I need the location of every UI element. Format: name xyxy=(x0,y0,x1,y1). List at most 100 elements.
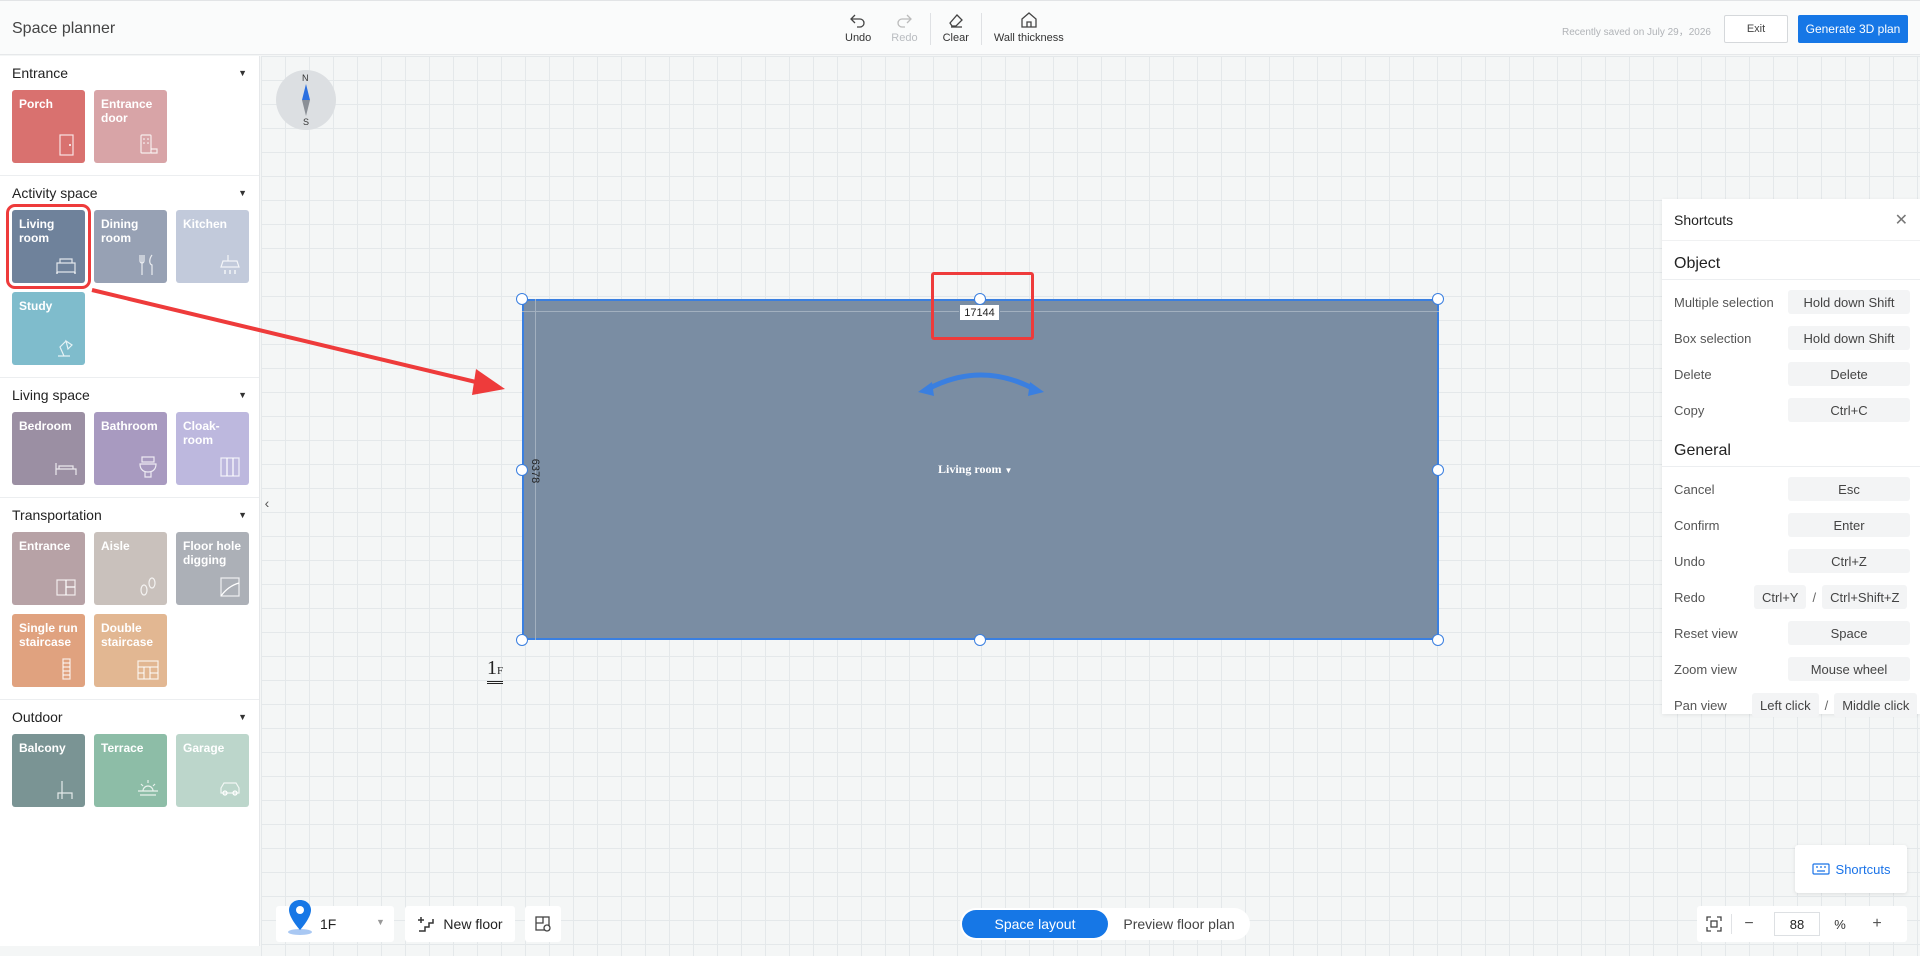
shortcut-group-title: Object xyxy=(1662,241,1920,280)
tile-floor-hole-digging[interactable]: Floor hole digging xyxy=(176,532,249,605)
tile-entrance[interactable]: Entrance xyxy=(12,532,85,605)
desk-lamp-icon xyxy=(58,339,73,357)
footprints-icon xyxy=(140,577,156,596)
space-layout-tab[interactable]: Space layout xyxy=(962,910,1108,938)
section-entrance: Entrance ▼ Porch Entrance door xyxy=(0,56,259,176)
resize-handle-bottom-right[interactable] xyxy=(1432,634,1444,646)
shortcut-key: Mouse wheel xyxy=(1788,657,1910,681)
tile-garage[interactable]: Garage xyxy=(176,734,249,807)
shortcut-key: Hold down Shift xyxy=(1788,290,1910,314)
shortcuts-header: Shortcuts ✕ xyxy=(1662,199,1920,241)
compass: N S xyxy=(276,70,336,130)
redo-button[interactable]: Redo xyxy=(881,9,927,49)
generate-3d-plan-button[interactable]: Generate 3D plan xyxy=(1798,15,1908,43)
tile-dining-room[interactable]: Dining room xyxy=(94,210,167,283)
zoom-in-button[interactable]: + xyxy=(1860,906,1894,942)
zoom-level-input[interactable]: 88 xyxy=(1774,912,1820,936)
car-icon xyxy=(220,782,240,796)
tile-living-room[interactable]: Living room xyxy=(6,204,91,289)
eraser-icon xyxy=(948,14,963,28)
tile-bedroom[interactable]: Bedroom xyxy=(12,412,85,485)
entrance-icon xyxy=(56,579,76,596)
fit-screen-icon xyxy=(1706,916,1722,932)
undo-button[interactable]: Undo xyxy=(835,9,881,49)
resize-handle-left[interactable] xyxy=(516,464,528,476)
resize-handle-top-left[interactable] xyxy=(516,293,528,305)
section-title: Outdoor xyxy=(12,709,63,725)
resize-handle-right[interactable] xyxy=(1432,464,1444,476)
section-header-living-space[interactable]: Living space ▼ xyxy=(0,386,259,404)
clear-button[interactable]: Clear xyxy=(933,9,979,49)
tile-balcony[interactable]: Balcony xyxy=(12,734,85,807)
top-bar: Space planner Undo Redo Clear Wall thick… xyxy=(0,0,1920,55)
tile-kitchen[interactable]: Kitchen xyxy=(176,210,249,283)
floor-suffix: F xyxy=(497,665,504,677)
shortcut-row: Zoom view Mouse wheel xyxy=(1662,651,1920,687)
new-floor-button[interactable]: New floor xyxy=(405,906,515,942)
shortcut-group-title: General xyxy=(1662,428,1920,467)
shortcut-label: Confirm xyxy=(1674,517,1720,533)
shortcuts-toggle-label: Shortcuts xyxy=(1835,861,1891,877)
section-title: Living space xyxy=(12,387,90,403)
fit-view-button[interactable] xyxy=(1697,906,1731,942)
double-stairs-icon xyxy=(137,660,159,680)
sun-terrace-icon xyxy=(138,780,158,796)
section-title: Transportation xyxy=(12,507,102,523)
resize-handle-bottom[interactable] xyxy=(974,634,986,646)
section-header-transportation[interactable]: Transportation ▼ xyxy=(0,506,259,524)
caret-down-icon: ▼ xyxy=(238,712,247,722)
tile-label: Balcony xyxy=(19,741,66,755)
shortcut-row: Undo Ctrl+Z xyxy=(1662,543,1920,579)
tile-label: Terrace xyxy=(101,741,144,755)
shortcut-row: Box selection Hold down Shift xyxy=(1662,320,1920,356)
resize-handle-top-right[interactable] xyxy=(1432,293,1444,305)
tile-label: Kitchen xyxy=(183,217,228,231)
collapse-sidebar-handle[interactable]: ‹ xyxy=(260,488,274,518)
tile-label: Garage xyxy=(183,741,225,755)
tile-bathroom[interactable]: Bathroom xyxy=(94,412,167,485)
shortcut-key: Ctrl+Shift+Z xyxy=(1822,585,1908,609)
floor-number: 1 xyxy=(487,657,497,679)
door-icon xyxy=(59,134,74,156)
tile-cloak-room[interactable]: Cloak-room xyxy=(176,412,249,485)
close-icon[interactable]: ✕ xyxy=(1895,210,1908,230)
shortcut-row: Reset view Space xyxy=(1662,615,1920,651)
wall-thickness-button[interactable]: Wall thickness xyxy=(984,9,1074,49)
shortcut-row: Confirm Enter xyxy=(1662,507,1920,543)
chevron-left-icon: ‹ xyxy=(264,495,270,511)
preview-floor-plan-tab[interactable]: Preview floor plan xyxy=(1108,916,1250,932)
wardrobe-icon xyxy=(220,457,240,477)
section-header-activity-space[interactable]: Activity space ▼ xyxy=(0,184,259,202)
section-header-outdoor[interactable]: Outdoor ▼ xyxy=(0,708,259,726)
tile-label: Floor hole digging xyxy=(183,539,241,567)
zoom-out-button[interactable]: − xyxy=(1732,906,1766,942)
floor-select[interactable]: 1F ▼ xyxy=(276,900,394,942)
caret-down-icon: ▼ xyxy=(238,390,247,400)
tile-porch[interactable]: Porch xyxy=(12,90,85,163)
key-separator: / xyxy=(1812,589,1817,605)
rotate-handle-icon[interactable] xyxy=(916,362,1046,402)
tile-double-staircase[interactable]: Double staircase xyxy=(94,614,167,687)
shortcut-label: Pan view xyxy=(1674,697,1727,713)
tile-study[interactable]: Study xyxy=(12,292,85,365)
plus-icon: + xyxy=(1872,915,1882,932)
tile-single-run-staircase[interactable]: Single run staircase xyxy=(12,614,85,687)
sofa-icon xyxy=(56,258,76,274)
exit-button[interactable]: Exit xyxy=(1724,15,1788,43)
caret-down-icon: ▼ xyxy=(238,510,247,520)
section-header-entrance[interactable]: Entrance ▼ xyxy=(0,64,259,82)
floor-settings-button[interactable] xyxy=(525,906,561,942)
shortcut-key: Ctrl+Y xyxy=(1754,585,1807,609)
toolbar-divider xyxy=(929,13,931,45)
tile-entrance-door[interactable]: Entrance door xyxy=(94,90,167,163)
resize-handle-bottom-left[interactable] xyxy=(516,634,528,646)
shortcut-row: Pan view Left click / Middle click xyxy=(1662,687,1920,723)
tile-aisle[interactable]: Aisle xyxy=(94,532,167,605)
shortcut-row: Delete Delete xyxy=(1662,356,1920,392)
room-type-label[interactable]: Living room ▼ xyxy=(938,462,1012,477)
shortcuts-toggle-button[interactable]: Shortcuts xyxy=(1795,845,1907,893)
tile-terrace[interactable]: Terrace xyxy=(94,734,167,807)
section-title: Entrance xyxy=(12,65,69,81)
location-pin-icon xyxy=(288,900,312,935)
shortcuts-panel: Shortcuts ✕ Object Multiple selection Ho… xyxy=(1662,199,1920,717)
